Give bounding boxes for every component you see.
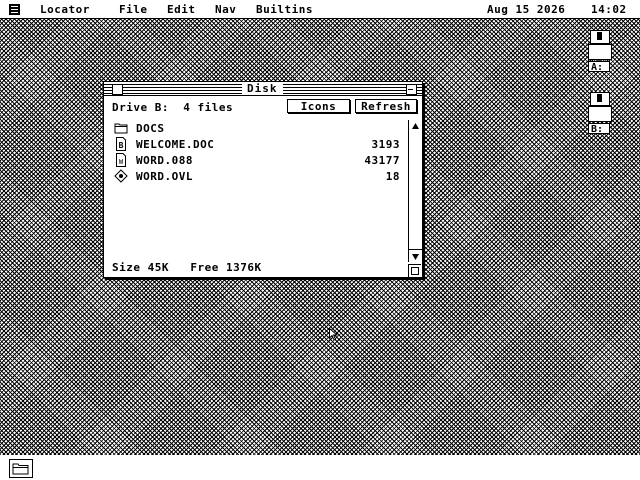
overlay-diamond-icon bbox=[114, 169, 128, 183]
menu-nav[interactable]: Nav bbox=[215, 3, 236, 16]
file-count: 4 files bbox=[183, 101, 234, 114]
clock-date: Aug 15 2026 bbox=[487, 3, 566, 16]
floppy-drive-icon bbox=[590, 92, 610, 106]
drive-b[interactable]: B: bbox=[588, 92, 612, 135]
file-size: 18 bbox=[385, 170, 400, 183]
mouse-pointer-icon bbox=[329, 328, 339, 341]
file-name: DOCS bbox=[136, 122, 165, 135]
list-item[interactable]: WORD.OVL 18 bbox=[104, 168, 408, 184]
size-label: Size bbox=[112, 261, 141, 274]
file-size: 43177 bbox=[364, 154, 400, 167]
free-value: 1376K bbox=[226, 261, 262, 274]
file-name: WORD.088 bbox=[136, 154, 193, 167]
size-value: 45K bbox=[147, 261, 169, 274]
file-list: DOCS B WELCOME.DOC 3193 W WORD.088 43177 bbox=[104, 120, 408, 260]
list-item[interactable]: W WORD.088 43177 bbox=[104, 152, 408, 168]
resize-box-icon[interactable] bbox=[408, 264, 421, 277]
disk-window: Disk Drive B: 4 files Icons Refresh DOCS… bbox=[103, 81, 423, 278]
clock-time: 14:02 bbox=[591, 3, 627, 16]
svg-text:B: B bbox=[119, 141, 124, 150]
document-w-icon: W bbox=[116, 153, 126, 167]
folder-icon bbox=[114, 123, 128, 134]
menu-builtins[interactable]: Builtins bbox=[256, 3, 313, 16]
file-name: WELCOME.DOC bbox=[136, 138, 215, 151]
file-size: 3193 bbox=[371, 138, 400, 151]
menu-edit[interactable]: Edit bbox=[167, 3, 196, 16]
icons-button[interactable]: Icons bbox=[287, 99, 350, 113]
scroll-up-icon[interactable] bbox=[409, 120, 422, 134]
list-item[interactable]: B WELCOME.DOC 3193 bbox=[104, 136, 408, 152]
menu-locator[interactable]: Locator bbox=[40, 3, 90, 16]
file-name: WORD.OVL bbox=[136, 170, 193, 183]
drive-info: Drive B: 4 files bbox=[112, 101, 233, 114]
refresh-button[interactable]: Refresh bbox=[355, 99, 417, 113]
zoom-box-icon[interactable] bbox=[406, 84, 417, 95]
folder-icon[interactable] bbox=[9, 459, 33, 478]
drive-label: A: bbox=[588, 61, 610, 73]
document-b-icon: B bbox=[116, 137, 126, 151]
free-label: Free bbox=[190, 261, 219, 274]
drive-body bbox=[588, 44, 612, 60]
menu-file[interactable]: File bbox=[119, 3, 148, 16]
close-box-icon[interactable] bbox=[112, 84, 123, 95]
window-title: Disk bbox=[242, 82, 283, 95]
drive-label: B: bbox=[588, 123, 610, 135]
taskbar bbox=[0, 455, 640, 480]
scroll-down-icon[interactable] bbox=[409, 249, 422, 263]
menu-bar: Locator File Edit Nav Builtins Aug 15 20… bbox=[0, 0, 640, 19]
vertical-scrollbar[interactable] bbox=[408, 120, 422, 262]
drive-label: Drive B: bbox=[112, 101, 169, 114]
list-item[interactable]: DOCS bbox=[104, 120, 408, 136]
status-line: Size 45K Free 1376K bbox=[112, 261, 262, 274]
drive-a[interactable]: A: bbox=[588, 30, 612, 73]
scroll-track[interactable] bbox=[409, 133, 422, 249]
window-titlebar[interactable]: Disk bbox=[104, 82, 422, 96]
floppy-drive-icon bbox=[590, 30, 610, 44]
desk-accessory-icon[interactable] bbox=[9, 4, 20, 15]
drive-body bbox=[588, 106, 612, 122]
